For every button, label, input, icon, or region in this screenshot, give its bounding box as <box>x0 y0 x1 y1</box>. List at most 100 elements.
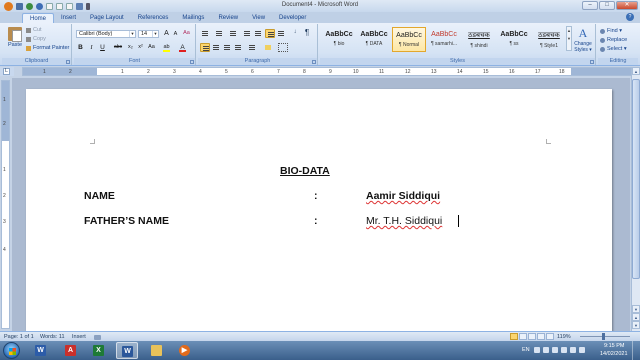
style-style1[interactable]: ठडबचक ¶ Style1 <box>532 27 566 52</box>
style-normal[interactable]: AaBbCc ¶ Normal <box>392 27 426 52</box>
next-page-icon[interactable]: ▼ <box>632 321 640 329</box>
web-layout-view-button[interactable] <box>528 333 536 340</box>
close-button[interactable]: ✕ <box>616 1 638 10</box>
bold-button[interactable]: B <box>76 43 85 52</box>
document-title[interactable]: BIO-DATA <box>280 165 330 177</box>
taskbar-app-word[interactable]: W <box>116 342 138 359</box>
tab-view[interactable]: View <box>245 13 272 23</box>
qat-customize-icon[interactable] <box>86 2 90 10</box>
field-label-father-name[interactable]: FATHER’S NAME <box>84 215 169 227</box>
style-shindi[interactable]: ठडबचक ¶ shindi <box>462 27 496 52</box>
print-preview-icon[interactable] <box>66 2 73 10</box>
maximize-button[interactable]: □ <box>599 1 615 10</box>
save-icon[interactable] <box>16 2 23 10</box>
bullets-button[interactable] <box>200 29 210 38</box>
zoom-level[interactable]: 119% <box>557 334 571 340</box>
underline-button[interactable]: U <box>98 43 107 52</box>
shading-button[interactable] <box>263 43 273 52</box>
clipboard-dialog-launcher[interactable] <box>66 60 70 64</box>
change-case-button[interactable]: Aa <box>147 43 156 52</box>
status-page[interactable]: Page: 1 of 1 <box>4 334 34 340</box>
sort-button[interactable]: ↓ <box>290 29 300 38</box>
field-label-name[interactable]: NAME <box>84 190 115 202</box>
paragraph-dialog-launcher[interactable] <box>312 60 316 64</box>
taskbar-app-acrobat[interactable]: A <box>60 342 82 359</box>
highlight-button[interactable]: ab <box>162 43 171 52</box>
tab-mailings[interactable]: Mailings <box>175 13 211 23</box>
show-desktop-button[interactable] <box>632 341 640 360</box>
print-icon[interactable] <box>76 2 83 10</box>
find-button[interactable]: Find ▾ <box>600 28 622 34</box>
change-styles-button[interactable]: A Change Styles ▾ <box>573 26 593 56</box>
font-name-combo[interactable]: Calibri (Body) ▼ <box>76 30 136 38</box>
network-icon[interactable] <box>552 347 558 353</box>
taskbar-app-word-2003[interactable]: W <box>30 342 52 359</box>
clear-formatting-button[interactable]: Aa <box>182 29 191 38</box>
scroll-thumb[interactable] <box>632 79 640 279</box>
ltr-button[interactable] <box>276 29 286 38</box>
outline-view-button[interactable] <box>537 333 545 340</box>
tab-home[interactable]: Home <box>22 13 55 23</box>
font-size-combo[interactable]: 14 ▼ <box>138 30 159 38</box>
replace-button[interactable]: Replace <box>600 37 627 43</box>
taskbar-app-explorer[interactable] <box>146 342 168 359</box>
tab-references[interactable]: References <box>131 13 176 23</box>
grow-font-button[interactable]: A <box>162 29 171 38</box>
draft-view-button[interactable] <box>546 333 554 340</box>
font-dialog-launcher[interactable] <box>190 60 194 64</box>
align-left-button[interactable] <box>200 43 210 52</box>
full-screen-reading-view-button[interactable] <box>519 333 527 340</box>
styles-dialog-launcher[interactable] <box>590 60 594 64</box>
macro-record-icon[interactable] <box>94 335 101 340</box>
prev-page-icon[interactable]: ▲ <box>632 313 640 321</box>
taskbar-app-excel[interactable]: X <box>88 342 110 359</box>
field-value-name[interactable]: Aamir Siddiqui <box>366 190 440 202</box>
clock-date[interactable]: 14/02/2021 <box>600 351 628 357</box>
field-colon[interactable]: : <box>314 190 318 202</box>
scroll-down-icon[interactable]: ▼ <box>632 305 640 313</box>
undo-icon[interactable] <box>26 2 33 10</box>
redo-icon[interactable] <box>36 2 43 10</box>
style-bio[interactable]: AaBbCc ¶ bio <box>322 27 356 52</box>
style-ss[interactable]: AaBbCc ¶ ss <box>497 27 531 52</box>
cut-button[interactable]: Cut <box>26 27 42 33</box>
tab-review[interactable]: Review <box>211 13 245 23</box>
rtl-button[interactable] <box>265 29 275 38</box>
taskbar-app-media[interactable]: ▶ <box>174 342 196 359</box>
superscript-button[interactable]: x² <box>136 43 145 52</box>
field-colon[interactable]: : <box>314 215 318 227</box>
battery-icon[interactable] <box>543 347 549 353</box>
style-samarhi[interactable]: AaBbCc ¶ samarhi... <box>427 27 461 52</box>
multilevel-list-button[interactable] <box>228 29 238 38</box>
style-data[interactable]: AaBbCc ¶ DATA <box>357 27 391 52</box>
minimize-button[interactable]: – <box>582 1 598 10</box>
print-layout-view-button[interactable] <box>510 333 518 340</box>
scroll-up-icon[interactable]: ▲ <box>632 67 640 75</box>
vertical-scrollbar[interactable]: ▲ ▼ ▲ ▼ <box>631 67 640 331</box>
align-right-button[interactable] <box>222 43 232 52</box>
font-color-button[interactable]: A <box>178 43 187 52</box>
flag-icon[interactable] <box>534 347 540 353</box>
styles-scroll[interactable]: ▲ ▼ <box>566 26 572 51</box>
show-formatting-button[interactable]: ¶ <box>302 28 312 37</box>
subscript-button[interactable]: x₂ <box>126 43 135 52</box>
horizontal-ruler[interactable]: 1 2 1 2 3 4 5 6 7 8 9 10 11 12 13 14 15 … <box>22 67 632 76</box>
tab-selector[interactable]: L <box>3 68 10 75</box>
line-spacing-button[interactable] <box>247 43 257 52</box>
select-button[interactable]: Select ▾ <box>600 46 627 52</box>
tab-insert[interactable]: Insert <box>54 13 83 23</box>
format-painter-button[interactable]: Format Painter <box>26 45 69 51</box>
language-indicator[interactable]: EN <box>522 347 530 353</box>
vertical-ruler[interactable]: 1 2 1 2 3 4 <box>1 80 10 329</box>
document-page[interactable]: BIO-DATA NAME : Aamir Siddiqui FATHER’S … <box>26 89 612 331</box>
zoom-slider-knob[interactable] <box>602 333 605 340</box>
office-logo-icon[interactable] <box>4 1 13 11</box>
paste-button[interactable]: Paste <box>6 26 24 56</box>
help-icon[interactable]: ? <box>626 13 634 21</box>
copy-button[interactable]: Copy <box>26 36 46 42</box>
tab-page-layout[interactable]: Page Layout <box>83 13 131 23</box>
open-icon[interactable] <box>56 2 63 10</box>
volume-icon[interactable] <box>561 347 567 353</box>
decrease-indent-button[interactable] <box>242 29 252 38</box>
field-value-father-name[interactable]: Mr. T.H. Siddiqui <box>366 215 442 227</box>
